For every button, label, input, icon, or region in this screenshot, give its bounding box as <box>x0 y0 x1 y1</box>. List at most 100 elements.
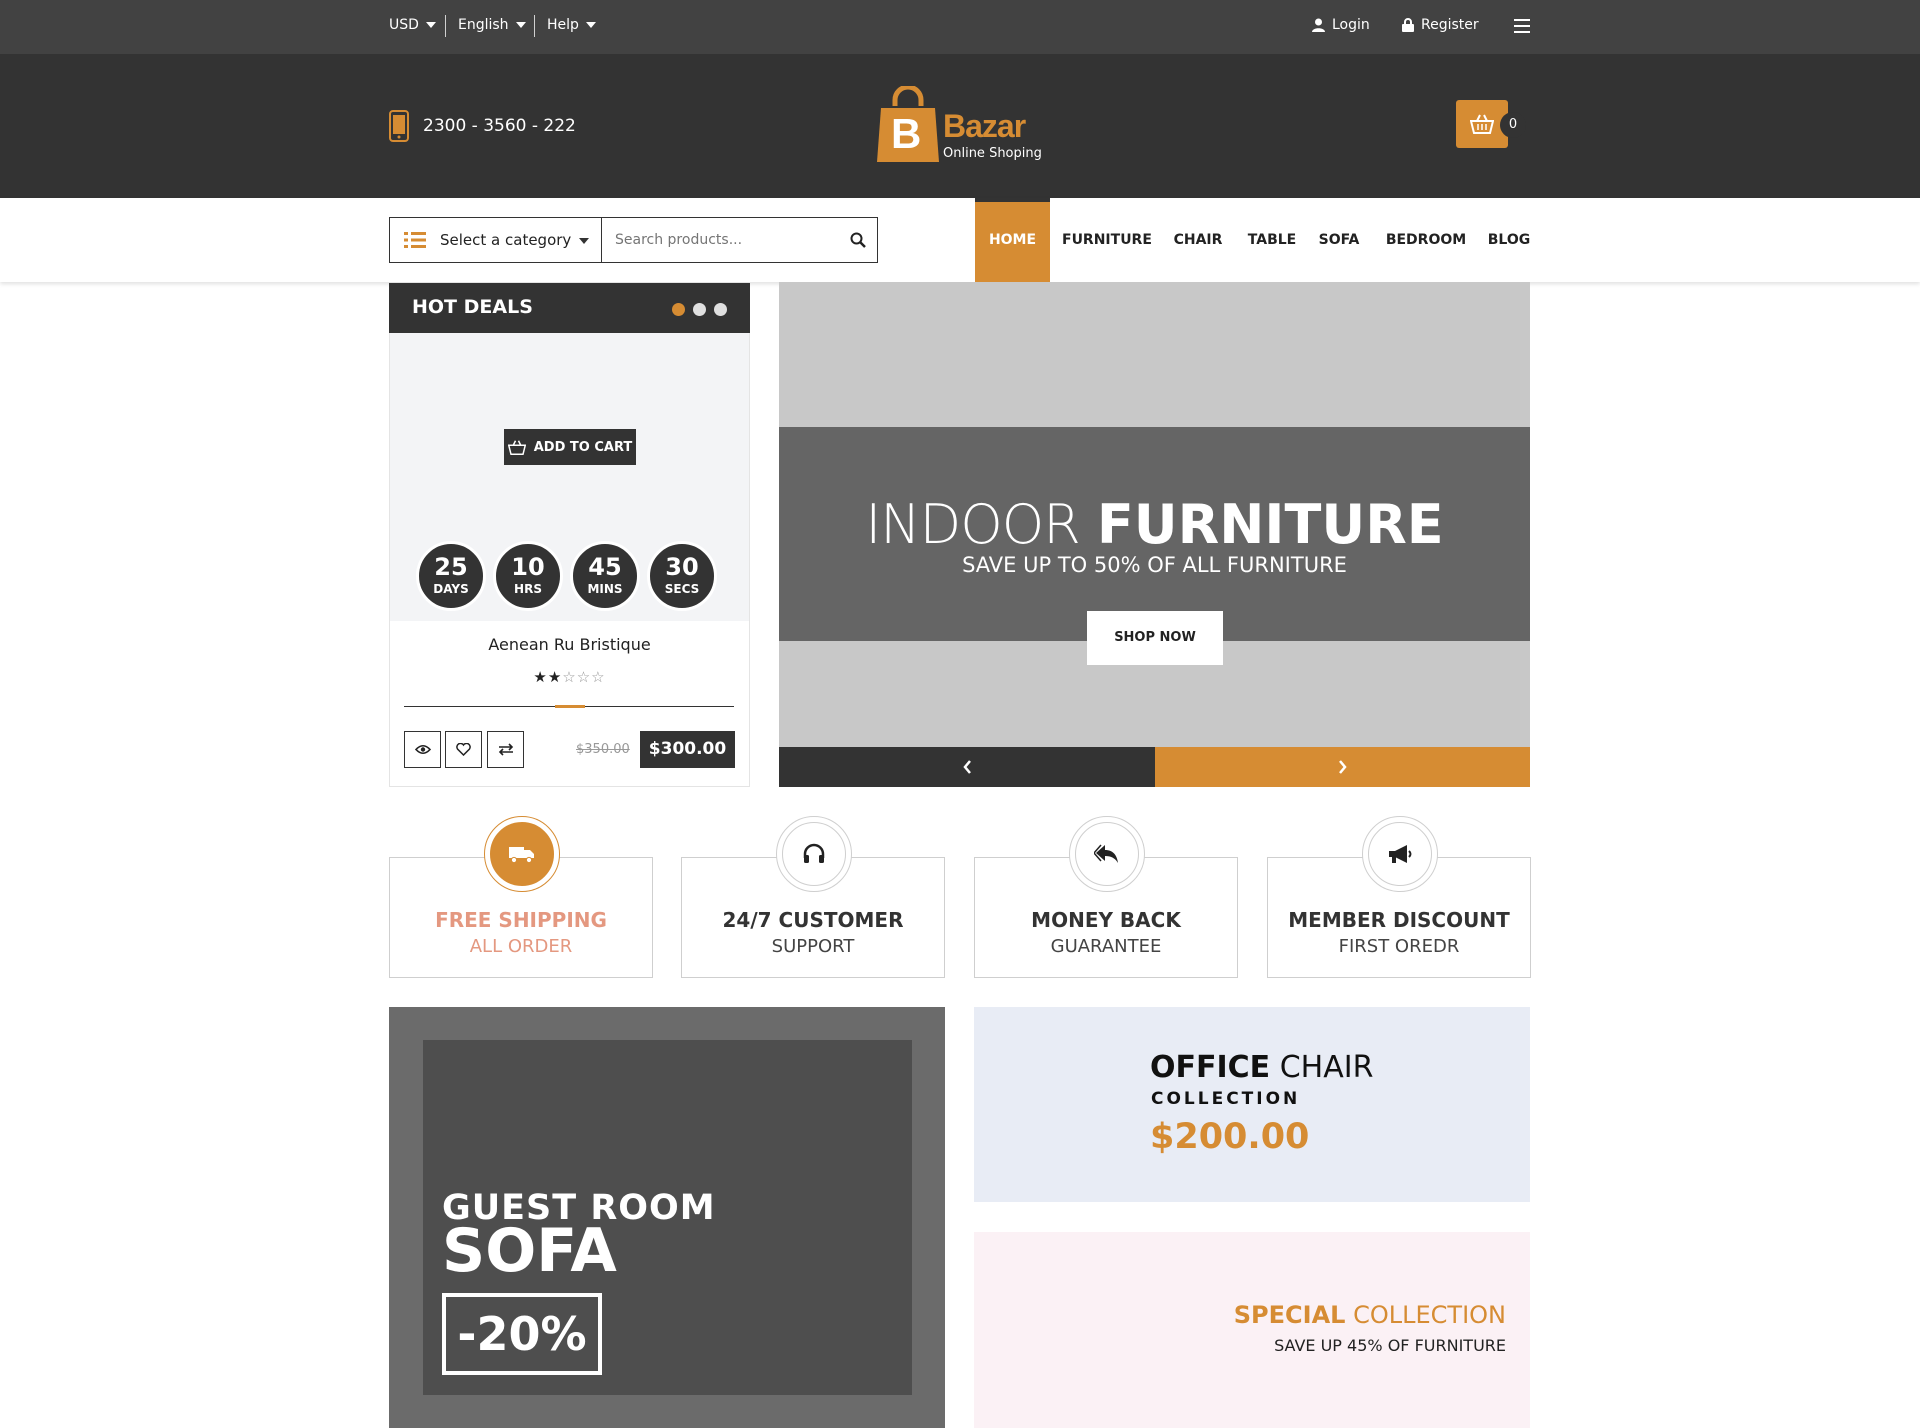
wishlist-button[interactable] <box>445 731 482 768</box>
countdown-value: 45 <box>588 553 622 581</box>
search-button[interactable] <box>839 218 877 262</box>
banner-title-light: CHAIR <box>1279 1050 1374 1085</box>
slider-prev-button[interactable] <box>779 747 1155 787</box>
phone-icon <box>389 110 409 142</box>
star-empty-icon: ☆ <box>576 668 592 686</box>
basket-icon <box>1470 114 1494 134</box>
hot-deals-title: HOT DEALS <box>412 296 533 318</box>
chevron-right-icon <box>1339 760 1347 774</box>
feature-icon-ring <box>1069 816 1145 892</box>
banner-special-collection[interactable]: SPECIAL COLLECTION SAVE UP 45% OF FURNIT… <box>974 1232 1530 1428</box>
chevron-down-icon <box>515 22 526 28</box>
cart-count-badge: 0 <box>1500 112 1526 138</box>
slide-subtitle: SAVE UP TO 50% OF ALL FURNITURE <box>962 553 1347 577</box>
slide-title: INDOOR FURNITURE <box>779 493 1530 556</box>
banner-title-bold: OFFICE <box>1150 1050 1271 1085</box>
countdown-value: 10 <box>511 553 545 581</box>
quick-view-button[interactable] <box>404 731 441 768</box>
site-header: 2300 - 3560 - 222 B Bazar Online Shoping… <box>0 54 1920 198</box>
help-dropdown[interactable]: Help <box>547 17 596 33</box>
banner-title-light: COLLECTION <box>1353 1301 1506 1329</box>
compare-button[interactable] <box>487 731 524 768</box>
banner-inner-panel: GUEST ROOM SOFA -20% <box>423 1040 912 1395</box>
feature-title: FREE SHIPPING <box>435 908 607 932</box>
exchange-icon <box>498 743 513 756</box>
star-empty-icon: ☆ <box>591 668 606 686</box>
basket-icon <box>507 439 526 455</box>
eye-icon <box>414 744 431 755</box>
feature-customer-support: 24/7 CUSTOMER SUPPORT <box>681 816 945 978</box>
hot-deals-widget: HOT DEALS ADD TO CART 25 DAYS 10 HRS 45 … <box>389 282 750 787</box>
category-select[interactable]: Select a category <box>390 218 602 262</box>
logo-letter: B <box>891 110 922 157</box>
nav-item-home[interactable]: HOME <box>975 198 1050 282</box>
login-link[interactable]: Login <box>1312 17 1370 33</box>
nav-item-furniture[interactable]: FURNITURE <box>1062 198 1152 282</box>
currency-label: USD <box>389 17 419 33</box>
feature-member-discount: MEMBER DISCOUNT FIRST OREDR <box>1267 816 1531 978</box>
feature-icon-ring <box>776 816 852 892</box>
category-select-label: Select a category <box>440 231 572 249</box>
currency-dropdown[interactable]: USD <box>389 17 436 33</box>
login-label: Login <box>1332 17 1370 33</box>
feature-title: MONEY BACK <box>1031 908 1181 932</box>
search-input[interactable] <box>603 218 833 262</box>
divider-accent <box>555 705 585 708</box>
product-old-price: $350.00 <box>576 742 630 757</box>
product-rating: ★★☆☆☆ <box>390 668 749 686</box>
discount-badge: -20% <box>442 1293 602 1375</box>
feature-subtitle: GUARANTEE <box>1050 936 1162 957</box>
slide-title-bold: FURNITURE <box>1096 493 1444 556</box>
slide-title-light: INDOOR <box>865 493 1080 556</box>
nav-item-chair[interactable]: CHAIR <box>1168 198 1228 282</box>
hot-deals-header: HOT DEALS <box>389 283 750 333</box>
banner-subtitle: SAVE UP 45% OF FURNITURE <box>1274 1336 1506 1355</box>
nav-item-sofa[interactable]: SOFA <box>1312 198 1366 282</box>
countdown-unit: DAYS <box>433 582 469 596</box>
nav-item-blog[interactable]: BLOG <box>1484 198 1534 282</box>
hamburger-menu-icon[interactable] <box>1514 19 1530 33</box>
feature-icon-ring <box>484 816 560 892</box>
top-bar: USD English Help Login Register <box>0 0 1920 54</box>
shop-now-button[interactable]: SHOP NOW <box>1087 611 1223 665</box>
language-dropdown[interactable]: English <box>458 17 526 33</box>
main-navigation-bar: Select a category HOME FURNITURE CHAIR T… <box>0 198 1920 282</box>
register-label: Register <box>1421 17 1479 33</box>
countdown-days: 25 DAYS <box>416 541 486 611</box>
countdown-value: 30 <box>665 553 699 581</box>
logo-name: Bazar <box>943 108 1026 144</box>
language-label: English <box>458 17 509 33</box>
headphones-icon <box>782 822 846 886</box>
banner-office-chair[interactable]: OFFICE CHAIR COLLECTION $200.00 <box>974 1007 1530 1202</box>
carousel-dot[interactable] <box>714 303 727 316</box>
feature-subtitle: SUPPORT <box>771 936 855 957</box>
phone-number: 2300 - 3560 - 222 <box>423 116 576 136</box>
banner-title: SPECIAL COLLECTION <box>1234 1301 1506 1329</box>
site-logo[interactable]: B Bazar Online Shoping <box>877 86 1047 166</box>
help-label: Help <box>547 17 579 33</box>
list-icon <box>404 232 426 248</box>
feature-title: 24/7 CUSTOMER <box>722 908 904 932</box>
phone-contact: 2300 - 3560 - 222 <box>389 110 576 142</box>
countdown-hours: 10 HRS <box>493 541 563 611</box>
star-filled-icon: ★ <box>533 668 548 686</box>
add-to-cart-button[interactable]: ADD TO CART <box>504 429 636 465</box>
carousel-dot-active[interactable] <box>672 303 685 316</box>
countdown-unit: MINS <box>587 582 623 596</box>
nav-item-bedroom[interactable]: BEDROOM <box>1382 198 1470 282</box>
chevron-down-icon <box>585 22 596 28</box>
slider-next-button[interactable] <box>1155 747 1530 787</box>
register-link[interactable]: Register <box>1402 17 1479 33</box>
countdown-seconds: 30 SECS <box>647 541 717 611</box>
reply-arrow-icon <box>1075 822 1139 886</box>
divider <box>445 15 446 37</box>
carousel-dot[interactable] <box>693 303 706 316</box>
feature-subtitle: FIRST OREDR <box>1338 936 1460 957</box>
banner-guest-room-sofa[interactable]: GUEST ROOM SOFA -20% <box>389 1007 945 1428</box>
search-form: Select a category <box>389 217 878 263</box>
banner-subtitle: COLLECTION <box>1151 1089 1301 1109</box>
product-name[interactable]: Aenean Ru Bristique <box>390 635 749 654</box>
nav-item-table[interactable]: TABLE <box>1242 198 1302 282</box>
feature-money-back: MONEY BACK GUARANTEE <box>974 816 1238 978</box>
banner-title: OFFICE CHAIR <box>1150 1050 1373 1085</box>
